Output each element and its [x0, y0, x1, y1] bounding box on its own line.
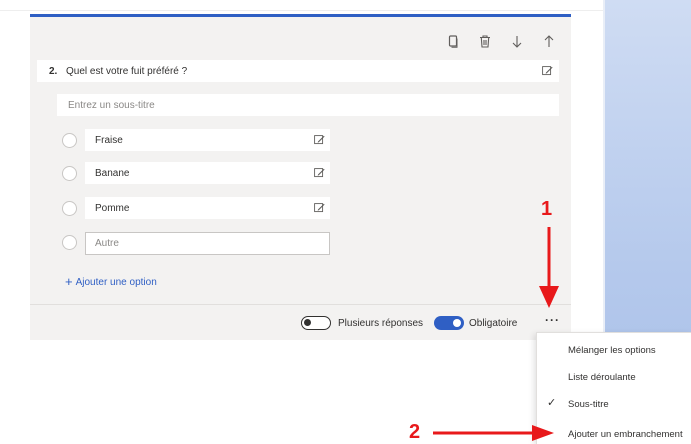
- annotation-arrow-1: [539, 227, 559, 308]
- annotation-arrow-2: [433, 425, 554, 441]
- annotation-arrows: [433, 227, 559, 441]
